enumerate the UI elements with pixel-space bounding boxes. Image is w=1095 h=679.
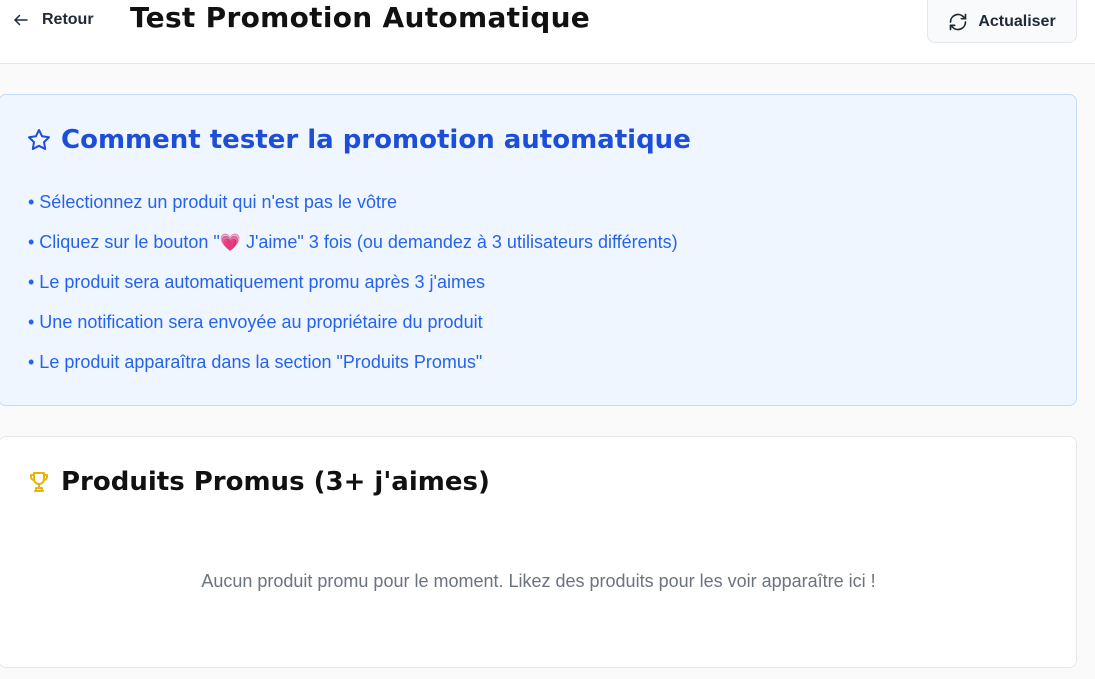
promoted-products-title: Produits Promus (3+ j'aimes) xyxy=(27,467,490,497)
back-button-label: Retour xyxy=(42,11,94,28)
instructions-title-text: Comment tester la promotion automatique xyxy=(61,125,691,155)
promoted-products-title-text: Produits Promus (3+ j'aimes) xyxy=(61,467,490,497)
refresh-button[interactable]: Actualiser xyxy=(927,0,1077,43)
instruction-item: • Cliquez sur le bouton "💗 J'aime" 3 foi… xyxy=(28,228,678,268)
instruction-item: • Le produit sera automatiquement promu … xyxy=(28,272,485,292)
instructions-list: • Sélectionnez un produit qui n'est pas … xyxy=(28,188,678,388)
page-title: Test Promotion Automatique xyxy=(130,1,591,34)
instruction-text-after: J'aime" 3 fois (ou demandez à 3 utilisat… xyxy=(240,232,678,252)
heart-icon: 💗 xyxy=(219,233,241,252)
instructions-title: Comment tester la promotion automatique xyxy=(27,125,691,155)
refresh-icon xyxy=(948,12,968,32)
arrow-left-icon xyxy=(12,11,30,29)
back-button[interactable]: Retour xyxy=(12,8,94,32)
instruction-text-before: • Cliquez sur le bouton " xyxy=(28,232,220,252)
instruction-item: • Une notification sera envoyée au propr… xyxy=(28,312,483,332)
top-bar: Retour Test Promotion Automatique Actual… xyxy=(0,0,1095,64)
trophy-icon xyxy=(27,470,51,494)
star-icon xyxy=(27,128,51,152)
empty-state-message: Aucun produit promu pour le moment. Like… xyxy=(201,571,876,591)
instruction-item: • Sélectionnez un produit qui n'est pas … xyxy=(28,192,397,212)
promoted-products-card: Produits Promus (3+ j'aimes) Aucun produ… xyxy=(0,436,1077,668)
refresh-button-label: Actualiser xyxy=(978,12,1056,30)
instructions-card: Comment tester la promotion automatique … xyxy=(0,94,1077,406)
instruction-item: • Le produit apparaîtra dans la section … xyxy=(28,352,483,372)
